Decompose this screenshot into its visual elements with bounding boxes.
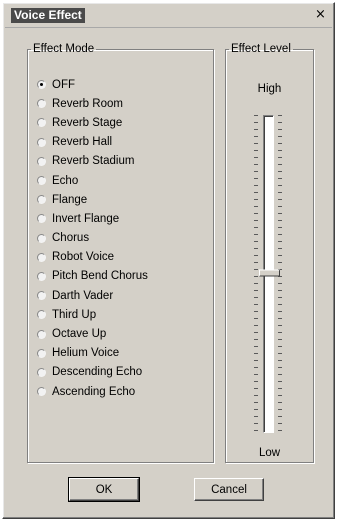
radio-button-icon[interactable] (37, 80, 46, 90)
effect-mode-option[interactable]: Reverb Stage (37, 113, 209, 132)
effect-level-legend: Effect Level (231, 43, 291, 55)
radio-button-icon[interactable] (37, 99, 46, 109)
effect-mode-option-label: Darth Vader (52, 289, 114, 302)
effect-mode-option[interactable]: Reverb Stadium (37, 152, 209, 171)
effect-mode-option-label: Reverb Stage (52, 116, 123, 129)
effect-mode-option[interactable]: Ascending Echo (37, 382, 209, 401)
radio-button-icon[interactable] (37, 329, 46, 339)
radio-button-icon[interactable] (37, 233, 46, 243)
radio-button-icon[interactable] (37, 348, 46, 358)
effect-mode-option[interactable]: Reverb Hall (37, 133, 209, 152)
effect-mode-option[interactable]: Chorus (37, 229, 209, 248)
cancel-button[interactable]: Cancel (194, 478, 264, 501)
effect-mode-option[interactable]: Flange (37, 190, 209, 209)
effect-mode-option-label: Helium Voice (52, 347, 120, 360)
effect-mode-option[interactable]: Descending Echo (37, 363, 209, 382)
effect-mode-option[interactable]: Echo (37, 171, 209, 190)
radio-button-icon[interactable] (37, 214, 46, 224)
title-bar: Voice Effect × (5, 5, 332, 28)
effect-mode-option-label: Reverb Room (52, 97, 123, 110)
radio-button-icon[interactable] (37, 387, 46, 397)
radio-button-icon[interactable] (37, 367, 46, 377)
effect-mode-option-label: Chorus (52, 232, 90, 245)
effect-mode-option-label: Echo (52, 174, 79, 187)
ok-button[interactable]: OK (68, 477, 140, 502)
effect-mode-option-label: Pitch Bend Chorus (52, 270, 148, 283)
effect-mode-option[interactable]: Reverb Room (37, 94, 209, 113)
effect-mode-option-label: Robot Voice (52, 251, 115, 264)
slider-ticks-left (254, 115, 258, 433)
voice-effect-dialog: Voice Effect × Effect Mode OFF Reverb Roo… (2, 2, 335, 519)
high-label: High (257, 83, 282, 95)
effect-mode-option[interactable]: Darth Vader (37, 286, 209, 305)
radio-button-icon[interactable] (37, 271, 46, 281)
effect-mode-option-label: Descending Echo (52, 366, 143, 379)
radio-button-icon[interactable] (37, 156, 46, 166)
effect-mode-option-label: Reverb Hall (52, 136, 113, 149)
effect-mode-option[interactable]: Invert Flange (37, 209, 209, 228)
effect-mode-option[interactable]: Pitch Bend Chorus (37, 267, 209, 286)
effect-mode-option-label: Octave Up (52, 328, 107, 341)
radio-button-icon[interactable] (37, 137, 46, 147)
effect-mode-option-label: Reverb Stadium (52, 155, 135, 168)
effect-mode-options: OFF Reverb Room Reverb Stage Reverb Hall Rev… (37, 75, 209, 401)
radio-button-icon[interactable] (37, 195, 46, 205)
radio-button-icon[interactable] (37, 176, 46, 186)
window-title: Voice Effect (11, 8, 85, 23)
effect-mode-legend: Effect Mode (33, 43, 95, 55)
effect-mode-option[interactable]: Robot Voice (37, 248, 209, 267)
effect-level-group: Effect Level High Low (225, 43, 314, 463)
radio-button-icon[interactable] (37, 310, 46, 320)
effect-mode-option[interactable]: Helium Voice (37, 344, 209, 363)
radio-button-icon[interactable] (37, 291, 46, 301)
effect-mode-option-label: Third Up (52, 308, 97, 321)
close-icon[interactable]: × (313, 8, 328, 22)
effect-mode-option[interactable]: Third Up (37, 305, 209, 324)
low-label: Low (258, 447, 281, 459)
effect-mode-option-label: Flange (52, 193, 88, 206)
effect-mode-option-label: Ascending Echo (52, 385, 136, 398)
effect-mode-option[interactable]: Octave Up (37, 324, 209, 343)
effect-mode-group: Effect Mode OFF Reverb Room Reverb Stage Re… (27, 43, 214, 463)
radio-button-icon[interactable] (37, 252, 46, 262)
effect-mode-option-label: Invert Flange (52, 212, 120, 225)
effect-mode-option[interactable]: OFF (37, 75, 209, 94)
effect-level-slider-thumb[interactable] (259, 269, 280, 277)
effect-mode-option-label: OFF (52, 78, 75, 91)
radio-button-icon[interactable] (37, 118, 46, 128)
